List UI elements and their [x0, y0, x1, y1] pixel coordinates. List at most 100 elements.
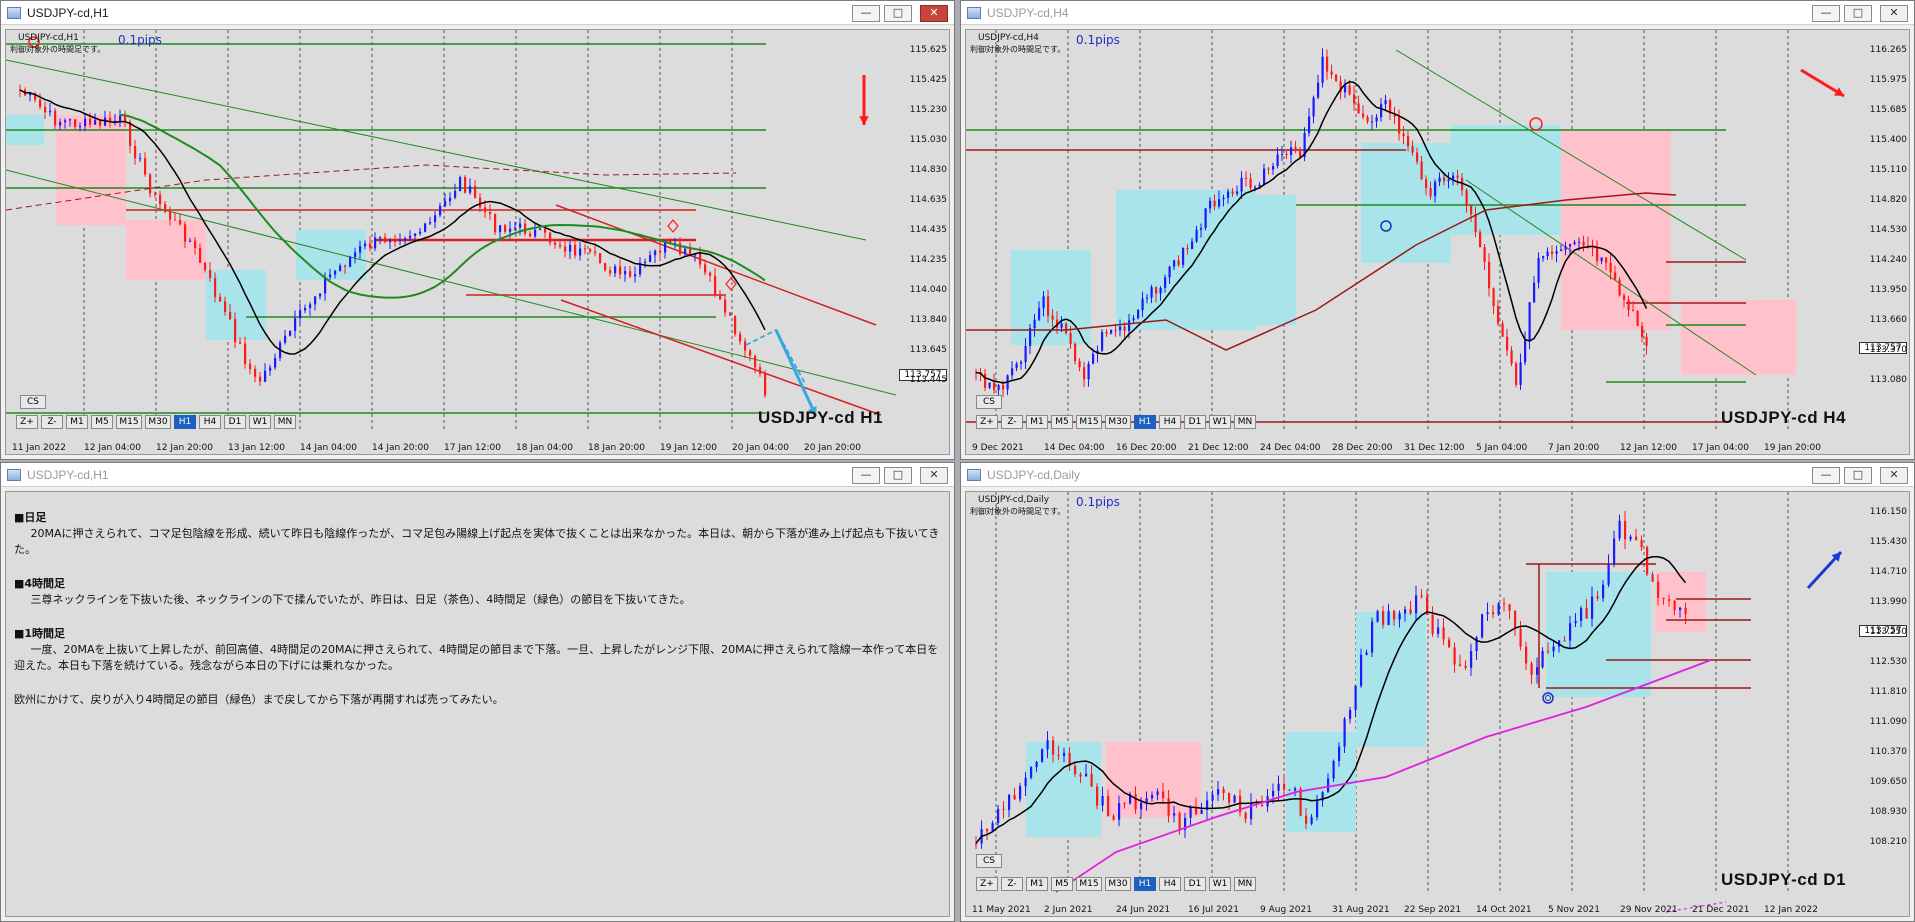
time-tick-label: 14 Jan 20:00: [372, 443, 429, 453]
close-button[interactable]: ✕: [1880, 5, 1908, 22]
candle-body: [479, 197, 482, 208]
timeframe-button-m30[interactable]: M30: [1105, 877, 1131, 891]
candle-body: [434, 215, 437, 223]
price-tick-label: 111.810: [1869, 687, 1907, 697]
h1-title-bar[interactable]: USDJPY-cd,H1 — □ ✕: [1, 1, 954, 25]
candle-body: [1679, 607, 1682, 611]
candle-body: [1497, 603, 1500, 615]
candle-body: [1065, 323, 1068, 334]
daily-chart-area[interactable]: USDJPY-cd,Daily 0.1pips 利御対象外の時間足です。 USD…: [965, 491, 1910, 917]
close-button[interactable]: ✕: [1880, 467, 1908, 484]
timeframe-button-w1[interactable]: W1: [249, 415, 271, 429]
h1-price-chart: [6, 30, 897, 430]
timeframe-button-d1[interactable]: D1: [1184, 877, 1206, 891]
candle-body: [719, 294, 722, 300]
candle-body: [204, 262, 207, 271]
timeframe-button-mn[interactable]: MN: [1234, 877, 1256, 891]
candle-body: [289, 330, 292, 336]
timeframe-button-mn[interactable]: MN: [274, 415, 296, 429]
timeframe-button-m1[interactable]: M1: [1026, 415, 1048, 429]
timeframe-button-h1[interactable]: H1: [174, 415, 196, 429]
timeframe-button-m5[interactable]: M5: [91, 415, 113, 429]
candle-body: [64, 120, 67, 123]
candle-body: [144, 158, 147, 175]
cs-button[interactable]: CS: [976, 854, 1002, 868]
candle-body: [1141, 298, 1144, 311]
timeframe-button-zplus[interactable]: Z+: [976, 877, 998, 891]
timeframe-button-m15[interactable]: M15: [116, 415, 142, 429]
close-button[interactable]: ✕: [920, 5, 948, 22]
analysis-text-window[interactable]: USDJPY-cd,H1 — □ ✕ ■日足 20MAに押さえられて、コマ足包陰…: [0, 462, 955, 922]
timeframe-button-zplus[interactable]: Z+: [976, 415, 998, 429]
h1-chart-area[interactable]: USDJPY-cd,H1 0.1pips 利御対象外の時間足です。 USDJPY…: [5, 29, 950, 455]
timeframe-button-h1[interactable]: H1: [1134, 415, 1156, 429]
timeframe-button-d1[interactable]: D1: [224, 415, 246, 429]
daily-section: ■日足 20MAに押さえられて、コマ足包陰線を形成、続いて昨日も陰線作ったが、コ…: [14, 510, 941, 558]
daily-title-bar[interactable]: USDJPY-cd,Daily — □ ✕: [961, 463, 1914, 487]
timeframe-button-m15[interactable]: M15: [1076, 415, 1102, 429]
candle-body: [1167, 798, 1170, 816]
timeframe-button-h4[interactable]: H4: [1159, 877, 1181, 891]
daily-chart-window[interactable]: USDJPY-cd,Daily — □ ✕ USDJPY-cd,Daily 0.…: [960, 462, 1915, 922]
timeframe-button-m30[interactable]: M30: [1105, 415, 1131, 429]
price-tick-label: 108.930: [1869, 807, 1907, 817]
timeframe-button-h4[interactable]: H4: [1159, 415, 1181, 429]
timeframe-button-zminus[interactable]: Z-: [1001, 877, 1023, 891]
candle-body: [993, 382, 996, 390]
timeframe-button-m1[interactable]: M1: [1026, 877, 1048, 891]
timeframe-button-zminus[interactable]: Z-: [41, 415, 63, 429]
candle-body: [1132, 318, 1135, 321]
candle-body: [1112, 816, 1115, 820]
candle-body: [1362, 113, 1365, 118]
candle-body: [459, 177, 462, 192]
text-title-bar[interactable]: USDJPY-cd,H1 — □ ✕: [1, 463, 954, 487]
candle-body: [1222, 789, 1225, 793]
timeframe-button-d1[interactable]: D1: [1184, 415, 1206, 429]
candle-body: [1618, 279, 1621, 296]
candle-body: [1321, 56, 1324, 83]
minimize-button[interactable]: —: [852, 5, 880, 22]
timeframe-button-m15[interactable]: M15: [1076, 877, 1102, 891]
minimize-button[interactable]: —: [852, 467, 880, 484]
h4-title-bar[interactable]: USDJPY-cd,H4 — □ ✕: [961, 1, 1914, 25]
price-tick-label: 113.660: [1869, 315, 1907, 325]
candle-body: [1119, 326, 1122, 331]
candle-body: [1090, 773, 1093, 787]
timeframe-button-m5[interactable]: M5: [1051, 877, 1073, 891]
timeframe-button-zminus[interactable]: Z-: [1001, 415, 1023, 429]
timeframe-button-m1[interactable]: M1: [66, 415, 88, 429]
maximize-button[interactable]: □: [884, 467, 912, 484]
timeframe-button-h1[interactable]: H1: [1134, 877, 1156, 891]
h1-chart-window[interactable]: USDJPY-cd,H1 — □ ✕ USDJPY-cd,H1 0.1pips …: [0, 0, 955, 460]
maximize-button[interactable]: □: [1844, 5, 1872, 22]
maximize-button[interactable]: □: [884, 5, 912, 22]
minimize-button[interactable]: —: [1812, 467, 1840, 484]
candle-body: [89, 118, 92, 125]
price-tick-label: 115.110: [1869, 165, 1907, 175]
timeframe-button-w1[interactable]: W1: [1209, 877, 1231, 891]
price-tick-label: 116.150: [1869, 507, 1907, 517]
cs-button[interactable]: CS: [20, 395, 46, 409]
timeframe-button-m5[interactable]: M5: [1051, 415, 1073, 429]
timeframe-button-m30[interactable]: M30: [145, 415, 171, 429]
h4-section: ■4時間足 三尊ネックラインを下抜いた後、ネックラインの下で揉んでいたが、昨日は…: [14, 576, 941, 608]
candle-body: [174, 219, 177, 221]
h4-chart-area[interactable]: USDJPY-cd,H4 0.1pips 利御対象外の時間足です。 USDJPY…: [965, 29, 1910, 455]
maximize-button[interactable]: □: [1844, 467, 1872, 484]
timeframe-button-zplus[interactable]: Z+: [16, 415, 38, 429]
close-button[interactable]: ✕: [920, 467, 948, 484]
candle-body: [1398, 116, 1401, 134]
timeframe-button-h4[interactable]: H4: [199, 415, 221, 429]
timeframe-button-w1[interactable]: W1: [1209, 415, 1231, 429]
timeframe-button-mn[interactable]: MN: [1234, 415, 1256, 429]
candle-body: [1294, 147, 1297, 152]
candle-body: [1299, 788, 1302, 816]
h4-chart-window[interactable]: USDJPY-cd,H4 — □ ✕ USDJPY-cd,H4 0.1pips …: [960, 0, 1915, 460]
minimize-button[interactable]: —: [1812, 5, 1840, 22]
price-tick-label: 113.080: [1869, 375, 1907, 385]
candle-body: [1456, 175, 1459, 178]
candle-body: [219, 296, 222, 302]
cs-button[interactable]: CS: [976, 395, 1002, 409]
candle-body: [1425, 179, 1428, 188]
candle-body: [1560, 249, 1563, 252]
